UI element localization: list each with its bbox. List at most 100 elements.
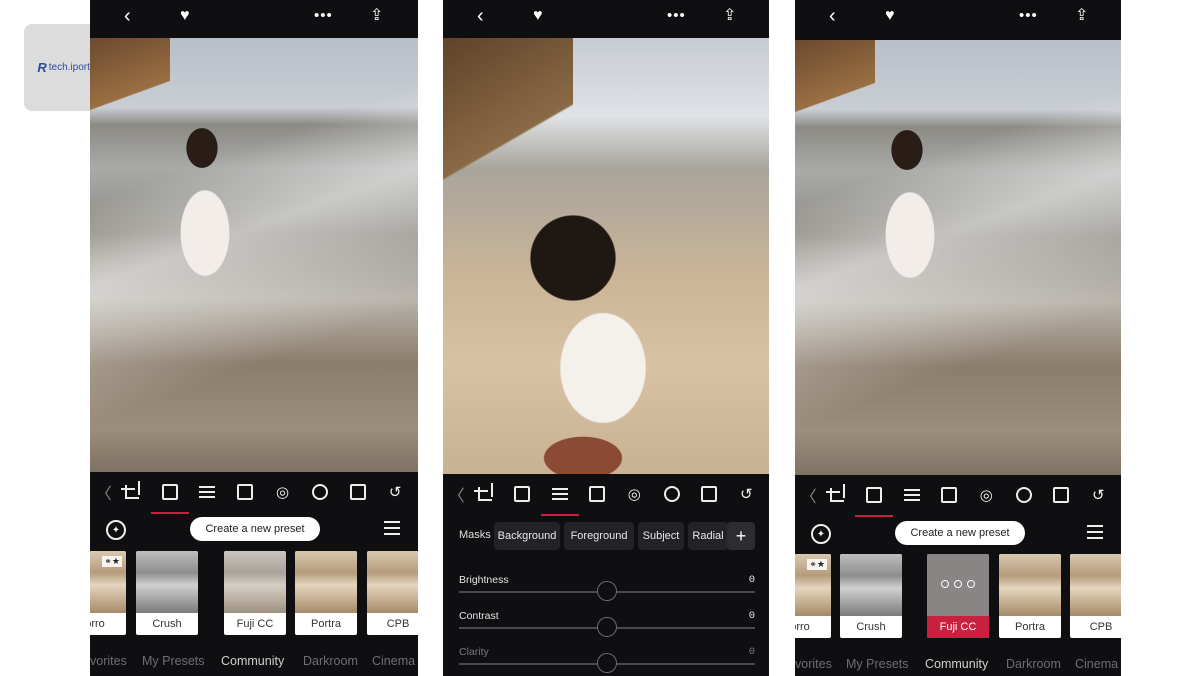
tab-darkroom[interactable]: Darkroom	[1006, 657, 1061, 671]
tab-community[interactable]: Community	[221, 654, 284, 668]
preset-label: Portra	[1015, 621, 1045, 633]
tab-my-presets[interactable]: My Presets	[142, 654, 205, 668]
frame-icon[interactable]	[694, 479, 724, 509]
tab-cinema[interactable]: Cinema	[372, 654, 415, 668]
preset-label: Portra	[311, 618, 341, 630]
compass-icon[interactable]: ✦	[811, 524, 831, 544]
lens-icon[interactable]	[305, 477, 335, 507]
adjustment-value: 0	[748, 574, 755, 586]
preset-thumbnails: ⚭★ orro Crush Fuji CC Portra CPB	[795, 554, 1121, 640]
preset-thumb-selected[interactable]: Fuji CC	[927, 554, 989, 638]
sliders-icon[interactable]	[192, 477, 222, 507]
curves-icon[interactable]	[582, 479, 612, 509]
photo-preview	[90, 38, 418, 472]
color-mix-icon[interactable]: ◎	[268, 477, 298, 507]
tab-favorites[interactable]: vorites	[795, 657, 832, 671]
frame-icon[interactable]	[343, 477, 373, 507]
top-bar: ‹ ♥ ••• ⇪	[443, 0, 769, 34]
slider-knob[interactable]	[597, 653, 617, 673]
preset-thumb[interactable]: ⚭★ orro	[795, 554, 831, 638]
list-icon[interactable]	[384, 521, 400, 535]
crop-icon[interactable]	[822, 480, 852, 510]
crop-icon[interactable]	[117, 477, 147, 507]
chevron-left-icon[interactable]: 〈	[801, 480, 817, 510]
image-icon[interactable]	[507, 479, 537, 509]
lens-icon[interactable]	[1009, 480, 1039, 510]
sliders-icon[interactable]	[540, 479, 579, 516]
tab-community[interactable]: Community	[925, 657, 988, 671]
preset-label: Crush	[856, 621, 886, 633]
preset-label: CPB	[1089, 621, 1113, 633]
back-button[interactable]: ‹	[477, 6, 484, 26]
history-icon[interactable]: ↺	[731, 479, 761, 509]
sliders-icon[interactable]	[897, 480, 927, 510]
preset-action-row: ✦ Create a new preset	[795, 521, 1121, 551]
preset-label: orro	[90, 618, 105, 630]
preset-thumb[interactable]: ⚭★ orro	[90, 551, 126, 635]
left-phone-screen: ‹ ♥ ••• ⇪ 〈 ◎ ↺ ✦ Create a new preset ⚭★…	[90, 0, 418, 676]
mask-chip-foreground[interactable]: Foreground	[564, 522, 634, 550]
history-icon[interactable]: ↺	[380, 477, 410, 507]
preset-thumb[interactable]: Portra	[999, 554, 1061, 638]
more-options-icon[interactable]: •••	[667, 7, 686, 25]
preset-thumbnails: ⚭★ orro Crush Fuji CC Portra CPB	[90, 551, 418, 637]
add-mask-button[interactable]: +	[727, 522, 755, 550]
heart-icon[interactable]: ♥	[180, 7, 190, 25]
preset-action-row: ✦ Create a new preset	[90, 517, 418, 547]
color-mix-icon[interactable]: ◎	[619, 479, 649, 509]
more-options-icon[interactable]: •••	[1019, 7, 1038, 25]
preset-label: Fuji CC	[927, 616, 989, 638]
preset-thumb[interactable]: Crush	[840, 554, 902, 638]
mask-chip-radial[interactable]: Radial	[688, 522, 728, 550]
share-icon[interactable]: ⇪	[370, 7, 383, 25]
create-preset-button[interactable]: Create a new preset	[190, 517, 320, 541]
history-icon[interactable]: ↺	[1083, 480, 1113, 510]
clarity-slider[interactable]: Clarity 0	[459, 646, 755, 676]
more-options-icon[interactable]: •••	[314, 7, 333, 25]
compass-icon[interactable]: ✦	[106, 520, 126, 540]
contrast-slider[interactable]: Contrast 0	[459, 610, 755, 640]
edit-toolbar: 〈 ◎ ↺	[795, 475, 1121, 517]
tab-darkroom[interactable]: Darkroom	[303, 654, 358, 668]
image-icon[interactable]	[150, 477, 189, 514]
preset-category-tabs: vorites My Presets Community Darkroom Ci…	[90, 654, 418, 676]
curves-icon[interactable]	[934, 480, 964, 510]
mask-selector-row: Masks Background Foreground Subject Radi…	[443, 522, 769, 550]
more-options-icon[interactable]	[927, 580, 989, 588]
mask-chip-subject[interactable]: Subject	[638, 522, 684, 550]
tab-favorites[interactable]: vorites	[90, 654, 127, 668]
heart-icon[interactable]: ♥	[885, 7, 895, 25]
color-mix-icon[interactable]: ◎	[971, 480, 1001, 510]
chevron-left-icon[interactable]: 〈	[96, 477, 112, 507]
adjustment-label: Brightness	[459, 574, 509, 586]
back-button[interactable]: ‹	[829, 6, 836, 26]
top-bar: ‹ ♥ ••• ⇪	[90, 0, 418, 34]
top-bar: ‹ ♥ ••• ⇪	[795, 0, 1121, 34]
list-icon[interactable]	[1087, 525, 1103, 539]
share-icon[interactable]: ⇪	[1075, 7, 1088, 25]
back-button[interactable]: ‹	[124, 6, 131, 26]
mask-chip-background[interactable]: Background	[494, 522, 560, 550]
image-icon[interactable]	[855, 480, 894, 517]
frame-icon[interactable]	[1046, 480, 1076, 510]
preset-thumb[interactable]: Crush	[136, 551, 198, 635]
create-preset-button[interactable]: Create a new preset	[895, 521, 1025, 545]
chevron-left-icon[interactable]: 〈	[449, 479, 465, 509]
slider-knob[interactable]	[597, 617, 617, 637]
tab-cinema[interactable]: Cinema	[1075, 657, 1118, 671]
slider-knob[interactable]	[597, 581, 617, 601]
brightness-slider[interactable]: Brightness 0	[459, 574, 755, 604]
heart-icon[interactable]: ♥	[533, 7, 543, 25]
curves-icon[interactable]	[230, 477, 260, 507]
share-icon[interactable]: ⇪	[723, 7, 736, 25]
preset-thumb[interactable]: Portra	[295, 551, 357, 635]
preset-label: Crush	[152, 618, 182, 630]
adjustment-label: Contrast	[459, 610, 499, 622]
preset-thumb[interactable]: CPB	[367, 551, 418, 635]
preset-thumb[interactable]: CPB	[1070, 554, 1121, 638]
preset-thumb[interactable]: Fuji CC	[224, 551, 286, 635]
adjustment-value: 0	[748, 646, 755, 658]
crop-icon[interactable]	[470, 479, 500, 509]
lens-icon[interactable]	[657, 479, 687, 509]
tab-my-presets[interactable]: My Presets	[846, 657, 909, 671]
